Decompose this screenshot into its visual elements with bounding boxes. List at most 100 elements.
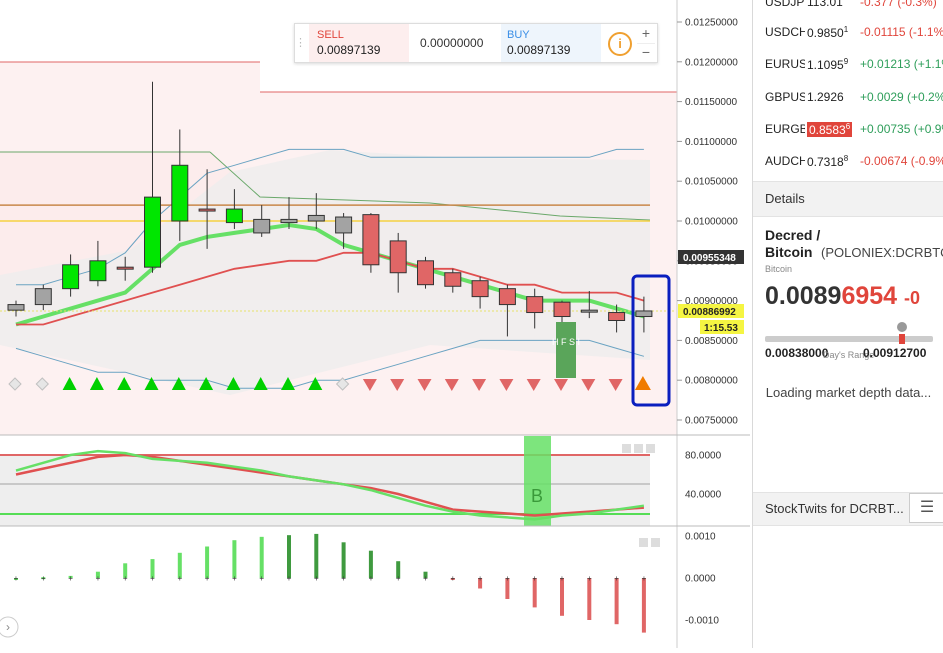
watchlist-row[interactable]: GBPUSD1.2926 +0.0029 (+0.2%) [753, 80, 943, 113]
watchlist-symbol: AUDCHF [765, 154, 805, 168]
watchlist-last: 1.10959 [807, 57, 849, 72]
macd-cross: + [423, 574, 428, 583]
macd-bar [259, 536, 264, 578]
candle-body [608, 312, 626, 322]
candle-body [34, 288, 52, 306]
watchlist-last: 0.73188 [807, 154, 849, 169]
price-chart[interactable]: H F S I B + + + + + + + + + + + + + + + + + + + + + + + + 0.012… [0, 0, 750, 648]
macd-cross: + [478, 574, 483, 583]
chart-area[interactable]: H F S I B + + + + + + + + + + + + + + + + + + + + + + + + 0.012… [0, 0, 750, 648]
sell-label: SELL [317, 29, 344, 41]
quantity-field[interactable]: 0.00000000 [409, 24, 501, 62]
macd-cross: + [587, 574, 592, 583]
candle-body [7, 304, 25, 311]
candle-body [225, 208, 243, 224]
watchlist-symbol: EURGBP [765, 122, 805, 136]
price-tag-current-label: 0.00886992 [683, 307, 736, 318]
candle-body [498, 288, 516, 306]
osc-signal-letter: B [531, 486, 543, 506]
countdown-label: 1:15.53 [704, 323, 738, 334]
buy-button[interactable]: BUY 0.00897139 [501, 24, 601, 62]
macd-cross: + [96, 574, 101, 583]
watchlist-last: 1.2926 [807, 90, 844, 104]
symbol-subtitle: Bitcoin [765, 264, 793, 274]
trade-widget: ⋮⋮ SELL 0.00897139 0.00000000 BUY 0.0089… [294, 23, 658, 63]
price-tag-upper-label: 0.00955348 [683, 253, 736, 264]
candle-body [526, 296, 544, 314]
macd-bar [287, 535, 291, 578]
macd-bar [587, 578, 592, 620]
day-range-low: 0.00838000 [765, 346, 829, 360]
price-tick-label: 0.01200000 [685, 57, 738, 68]
macd-cross: + [532, 574, 537, 583]
sell-button[interactable]: SELL 0.00897139 [309, 24, 409, 62]
watchlist-symbol: USDCHF [765, 25, 805, 39]
macd-cross: + [287, 574, 292, 583]
watchlist-row[interactable]: EURUSD1.10959 +0.01213 (+1.1%) [753, 47, 943, 80]
macd-cross: + [314, 574, 319, 583]
watchlist-symbol: EURUSD [765, 57, 805, 71]
macd-cross: + [396, 574, 401, 583]
symbol-title-line2: Bitcoin [765, 244, 813, 260]
macd-cross: + [505, 574, 510, 583]
list-icon[interactable]: ☰ [909, 493, 943, 523]
watchlist-row[interactable]: AUDCHF0.73188 -0.00674 (-0.9%) [753, 144, 943, 177]
details-header-label: Details [765, 191, 805, 206]
day-range-bar [765, 336, 933, 342]
watchlist-change: -0.01115 (-1.1%) [860, 25, 943, 39]
watchlist-last: 0.85836 [807, 122, 853, 137]
candle-body [116, 266, 134, 270]
macd-tick-label: 0.0000 [685, 574, 716, 585]
panel-control-icon [634, 444, 643, 453]
macd-tick-label: 0.0010 [685, 532, 716, 543]
candle-body [417, 260, 434, 286]
watchlist-symbol: GBPUSD [765, 90, 805, 104]
watchlist-change: +0.01213 (+1.1%) [860, 57, 943, 71]
price-tick-label: 0.00800000 [685, 376, 738, 387]
macd-cross: + [560, 574, 565, 583]
market-depth-loading: Loading market depth data... [765, 385, 932, 400]
macd-bar [314, 533, 319, 578]
macd-bar [641, 578, 646, 633]
candle-body [198, 208, 216, 212]
minus-button[interactable]: − [637, 43, 655, 61]
candle-body [307, 214, 325, 222]
macd-cross: + [341, 574, 346, 583]
candle-body [253, 218, 271, 234]
watchlist-last: 0.98501 [807, 25, 849, 40]
watchlist-last: 113.01 [807, 0, 843, 9]
last-price: 0.00896954 -0 [765, 282, 920, 311]
macd-cross: + [68, 574, 73, 583]
panel-control-icon [639, 538, 648, 547]
watchlist-row[interactable]: EURGBP0.85836 +0.00735 (+0.9%) [753, 112, 943, 145]
stocktwits-header-label: StockTwits for DCRBT... [765, 501, 904, 516]
watchlist-change: -0.00674 (-0.9%) [860, 154, 943, 168]
macd-cross: + [642, 574, 647, 583]
drag-handle-icon[interactable]: ⋮⋮ [295, 24, 317, 62]
macd-tick-label: -0.0010 [685, 616, 719, 627]
candle-body [335, 216, 353, 234]
price-tick-label: 0.01100000 [685, 137, 738, 148]
panel-control-icon [651, 538, 660, 547]
macd-bar [614, 578, 619, 625]
details-header[interactable]: Details [753, 181, 943, 217]
osc-tick-label: 40.0000 [685, 490, 722, 501]
macd-bar [232, 540, 237, 578]
watchlist-row[interactable]: USDCHF0.98501 -0.01115 (-1.1%) [753, 15, 943, 48]
info-icon[interactable]: i [608, 32, 632, 56]
osc-signal-band [524, 436, 551, 526]
macd-cross: + [123, 574, 128, 583]
price-tick-label: 0.00850000 [685, 336, 738, 347]
watchlist-change: -0.377 (-0.3%) [860, 0, 937, 9]
plus-button[interactable]: + [637, 25, 655, 42]
candle-body [471, 280, 489, 298]
candle-body [144, 196, 161, 268]
range-pin-icon [897, 322, 907, 332]
macd-cross: + [450, 574, 455, 583]
candle-body [444, 272, 462, 287]
candle-body [362, 214, 380, 266]
macd-cross: + [232, 574, 237, 583]
buy-label: BUY [507, 29, 530, 41]
candle-body [171, 164, 189, 222]
osc-tick-label: 80.0000 [685, 451, 722, 462]
